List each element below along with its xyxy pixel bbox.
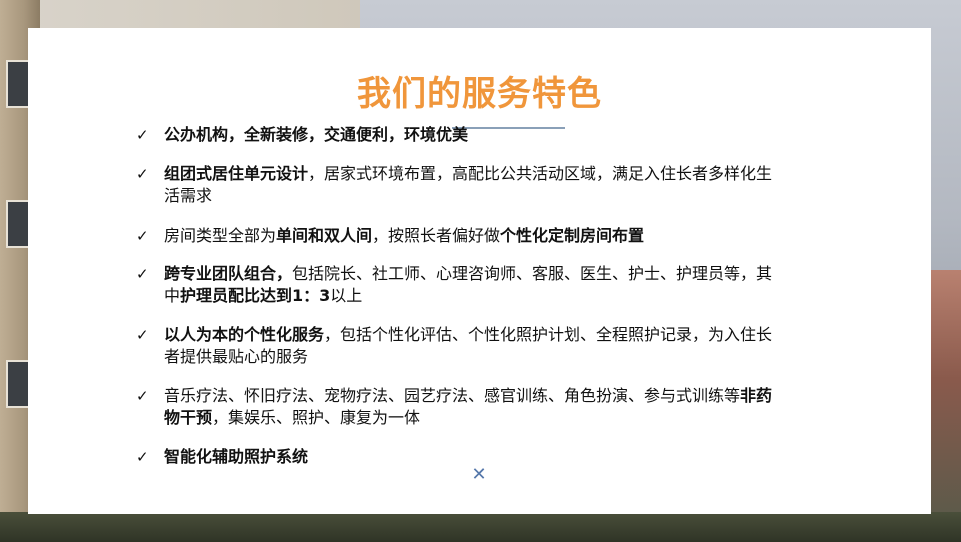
checkmark-icon: ✓ — [136, 448, 149, 466]
list-item-text: 以人为本的个性化服务，包括个性化评估、个性化照护计划、全程照护记录，为入住长 者提… — [164, 324, 876, 368]
list-item-text: 智能化辅助照护系统 — [164, 446, 876, 468]
text-segment: 智能化辅助照护系统 — [164, 447, 309, 466]
list-item-text: 跨专业团队组合，包括院长、社工师、心理咨询师、客服、医生、护士、护理员等，其中护… — [164, 263, 876, 307]
text-segment: 以人为本的个性化服务 — [164, 325, 325, 344]
text-segment: 中 — [164, 286, 181, 305]
text-segment: 组团式居住单元设计 — [164, 164, 309, 183]
text-segment: 护理员配比达到1：3 — [180, 286, 331, 305]
text-segment: 公办机构，全新装修，交通便利，环境优美 — [164, 125, 469, 144]
list-item-text: 房间类型全部为单间和双人间，按照长者偏好做个性化定制房间布置 — [164, 225, 876, 247]
text-segment: 以上 — [330, 286, 363, 305]
checkmark-icon: ✓ — [136, 265, 149, 283]
background-foliage — [0, 512, 961, 542]
text-segment: 非药 — [740, 386, 773, 405]
background-window — [6, 60, 30, 108]
text-segment: 物干预 — [164, 408, 213, 427]
text-segment: 音乐疗法、怀旧疗法、宠物疗法、园艺疗法、感官训练、角色扮演、参与式训练等 — [164, 386, 741, 405]
checkmark-icon: ✓ — [136, 165, 149, 183]
checkmark-icon: ✓ — [136, 326, 149, 344]
text-segment: 单间和双人间 — [276, 226, 373, 245]
text-segment: ，包括个性化评估、个性化照护计划、全程照护记录，为入住长 — [324, 325, 773, 344]
background-window — [6, 200, 30, 248]
text-segment: ，居家式环境布置，高配比公共活动区域，满足入住长者多样化生 — [308, 164, 773, 183]
text-segment: 房间类型全部为 — [164, 226, 277, 245]
slide-title: 我们的服务特色 — [357, 74, 602, 114]
background-window — [6, 360, 30, 408]
text-segment: ，按照长者偏好做 — [372, 226, 501, 245]
text-segment: 活需求 — [164, 186, 213, 205]
text-segment: 包括院长、社工师、心理咨询师、客服、医生、护士、护理员等，其 — [292, 264, 773, 283]
list-item-text: 公办机构，全新装修，交通便利，环境优美 — [164, 124, 876, 146]
list-item-text: 组团式居住单元设计，居家式环境布置，高配比公共活动区域，满足入住长者多样化生活需… — [164, 163, 876, 207]
background-roof — [0, 0, 360, 30]
checkmark-icon: ✓ — [136, 387, 149, 405]
text-segment: ，集娱乐、照护、康复为一体 — [212, 408, 421, 427]
checkmark-icon: ✓ — [136, 126, 149, 144]
text-segment: 个性化定制房间布置 — [500, 226, 645, 245]
checkmark-icon: ✓ — [136, 227, 149, 245]
list-item-text: 音乐疗法、怀旧疗法、宠物疗法、园艺疗法、感官训练、角色扮演、参与式训练等非药物干… — [164, 385, 876, 429]
background-building-right — [931, 270, 961, 542]
close-icon[interactable]: ✕ — [470, 466, 488, 484]
text-segment: 跨专业团队组合， — [164, 264, 293, 283]
text-segment: 者提供最贴心的服务 — [164, 347, 309, 366]
